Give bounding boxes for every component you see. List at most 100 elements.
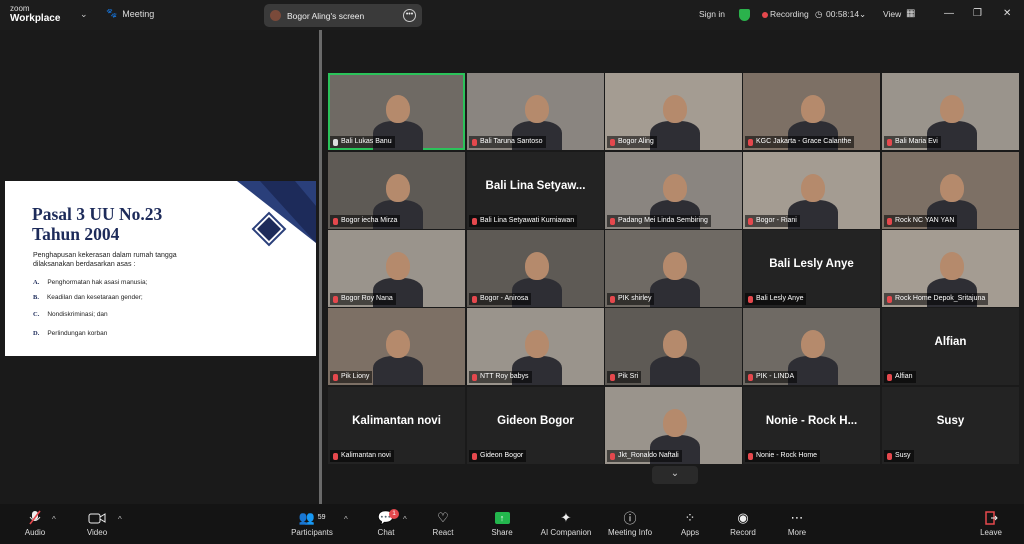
participant-tile[interactable]: Pik Sri [605,308,742,385]
close-icon[interactable]: ✕ [1003,8,1011,19]
participant-name: KGC Jakarta - Grace Calanthe [756,138,852,145]
participant-video-head [940,95,964,123]
participant-tile[interactable]: Bogor Roy Nana [328,230,465,307]
participant-name-label: NTT Roy babys [469,371,532,383]
participant-tile[interactable]: Kalimantan novi Kalimantan novi [328,387,465,464]
gallery-next-page-button[interactable]: ⌄ [652,466,698,484]
participant-name: Susy [895,452,911,459]
clock-icon: ◷ [815,9,823,19]
participant-tile[interactable]: Bogor - Anirosa [467,230,604,307]
participant-video-head [940,252,964,280]
participant-name-label: Pik Liony [330,371,373,383]
list-text: Perlindungan korban [47,330,108,337]
participant-tile[interactable]: Bogor Aling [605,73,742,150]
slide-title: Pasal 3 UU No.23 Tahun 2004 [32,204,162,244]
participant-name-label: Gideon Bogor [469,450,527,462]
timer-chevron-icon[interactable]: ⌄ [859,9,866,20]
microphone-muted-icon [472,452,477,460]
microphone-muted-icon [610,217,615,225]
participants-options-chevron-icon[interactable]: ^ [344,515,348,524]
participant-tile[interactable]: Bali Maria Evi [882,73,1019,150]
audio-options-chevron-icon[interactable]: ^ [52,515,56,524]
participant-name: PIK - LINDA [756,373,795,380]
participant-name: Bogor - Anirosa [480,295,529,302]
participant-name-label: Jkt_Ronaldo Naftali [607,450,682,462]
react-label: React [432,528,454,537]
participant-tile[interactable]: Nonie - Rock H... Nonie - Rock Home [743,387,880,464]
participant-video-figure [373,356,423,385]
view-button[interactable]: View [883,9,901,19]
leave-label: Leave [980,528,1002,537]
microphone-muted-icon [610,373,615,381]
chat-options-chevron-icon[interactable]: ^ [403,515,407,524]
microphone-muted-icon [333,295,338,303]
sign-in-link[interactable]: Sign in [699,9,725,19]
participant-tile[interactable]: Padang Mei Linda Sembiring [605,152,742,229]
more-button[interactable]: ⋯ More [767,510,827,538]
leave-icon [961,510,1021,525]
microphone-muted-icon [748,295,753,303]
participant-name: Bogor Roy Nana [341,295,393,302]
participant-display-name: Bali Lesly Anye [769,258,854,270]
participant-tile[interactable]: Gideon Bogor Gideon Bogor [467,387,604,464]
participant-tile[interactable]: KGC Jakarta - Grace Calanthe [743,73,880,150]
audio-button[interactable]: Audio [5,510,65,537]
participant-tile[interactable]: Susy Susy [882,387,1019,464]
zoom-workplace-logo[interactable]: zoom Workplace [10,4,60,24]
view-grid-icon[interactable]: ▦ [906,8,915,19]
meeting-menu[interactable]: 🐾 Meeting [106,8,154,19]
participant-tile[interactable]: Bogor - Riani [743,152,880,229]
share-screen-icon: ↑ [472,510,532,525]
recording-status[interactable]: Recording [770,9,809,19]
participant-tile[interactable]: Bogor iecha Mirza [328,152,465,229]
slide-title-line-2: Tahun 2004 [32,224,120,244]
screen-share-indicator[interactable]: Bogor Aling's screen ••• [264,4,422,27]
react-button[interactable]: ♡ React [413,510,473,538]
participants-button[interactable]: 👥 59 Participants [282,510,342,538]
participant-name-label: Bali Taruna Santoso [469,136,546,148]
participant-tile[interactable]: PIK - LINDA [743,308,880,385]
participant-tile[interactable]: NTT Roy babys [467,308,604,385]
participant-tile[interactable]: Bali Taruna Santoso [467,73,604,150]
participant-tile[interactable]: Jkt_Ronaldo Naftali [605,387,742,464]
panel-splitter-handle[interactable] [319,30,322,504]
meeting-info-button[interactable]: ⓘ Meeting Info [600,510,660,537]
video-options-chevron-icon[interactable]: ^ [118,515,122,524]
participant-tile[interactable]: Rock Home Depok_Sritajuna [882,230,1019,307]
participant-name-label: PIK - LINDA [745,371,798,383]
ai-companion-button[interactable]: ✦ AI Companion [532,510,600,538]
participant-tile[interactable]: Bali Lesly Anye Bali Lesly Anye [743,230,880,307]
paw-icon: 🐾 [106,8,118,18]
shield-icon[interactable] [739,9,750,21]
apps-button[interactable]: ⁘ Apps [660,509,720,538]
participant-tile[interactable]: Bali Lina Setyaw... Bali Lina Setyawati K… [467,152,604,229]
slide-list-item: A. Penghormatan hak asasi manusia; [33,279,147,286]
participant-video-head [525,95,549,123]
restore-icon[interactable]: ❐ [973,8,982,19]
participant-name-label: Bali Maria Evi [884,136,941,148]
participant-tile[interactable]: Rock NC YAN YAN [882,152,1019,229]
chevron-down-icon[interactable]: ⌄ [80,9,88,20]
participant-video-head [525,252,549,280]
participant-name: Bogor iecha Mirza [341,217,398,224]
participant-name: Bogor - Riani [756,217,797,224]
participant-video-head [663,409,687,437]
minimize-icon[interactable]: — [944,8,954,19]
share-label: Share [491,528,513,537]
chat-button[interactable]: 💬 Chat [356,510,416,538]
participant-name-label: Alfian [884,371,916,383]
list-text: Nondiskriminasi; dan [47,311,108,318]
more-options-icon[interactable]: ••• [403,9,416,22]
leave-button[interactable]: Leave [961,510,1021,537]
participant-tile[interactable]: Alfian Alfian [882,308,1019,385]
participant-tile[interactable]: Pik Liony [328,308,465,385]
participant-tile[interactable]: PIK shirley [605,230,742,307]
participant-tile[interactable]: Bali Lukas Banu [328,73,465,150]
slide-title-line-1: Pasal 3 UU No.23 [32,204,163,224]
participant-video-head [801,174,825,202]
list-text: Penghormatan hak asasi manusia; [47,279,148,286]
apps-icon: ⁘ [684,509,696,525]
share-button[interactable]: ↑ Share [472,510,532,537]
record-button[interactable]: ◉ Record [713,510,773,538]
participant-name-label: Rock NC YAN YAN [884,215,958,227]
